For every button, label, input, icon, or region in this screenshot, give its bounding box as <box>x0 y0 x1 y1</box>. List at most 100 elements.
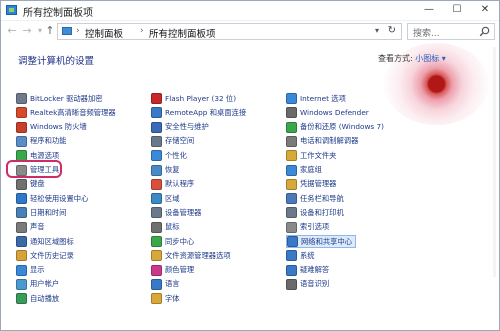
item-label: Windows 防火墙 <box>30 122 87 132</box>
search-box[interactable]: 搜索... <box>407 23 495 40</box>
control-panel-item[interactable]: 设备和打印机 <box>286 206 344 219</box>
control-panel-item[interactable]: 显示 <box>16 264 45 277</box>
control-panel-items: BitLocker 驱动器加密 Realtek高清晰音频管理器 Windows 防火… <box>16 89 486 305</box>
control-panel-item[interactable]: Realtek高清晰音频管理器 <box>16 106 116 119</box>
microphone-icon <box>286 278 297 290</box>
control-panel-item[interactable]: 轻松使用设置中心 <box>16 192 88 205</box>
address-bar[interactable]: › 控制面板 › 所有控制面板项 ▾ ↻ <box>57 23 402 40</box>
control-panel-item[interactable]: Windows 防火墙 <box>16 121 87 134</box>
item-label: 家庭组 <box>300 165 322 174</box>
search-placeholder: 搜索... <box>413 29 440 39</box>
forward-arrow-icon[interactable]: → <box>21 24 33 37</box>
item-label: 索引选项 <box>300 222 330 232</box>
item-label: 文件资源管理器选项 <box>165 250 231 260</box>
control-panel-item[interactable]: 索引选项 <box>286 221 329 234</box>
item-label: 颜色管理 <box>165 265 195 275</box>
control-panel-item[interactable]: BitLocker 驱动器加密 <box>16 92 103 105</box>
control-panel-item[interactable]: 声音 <box>16 221 45 234</box>
control-panel-item[interactable]: 颜色管理 <box>151 264 194 277</box>
window-title: 所有控制面板项 <box>23 8 93 19</box>
control-panel-item[interactable]: 鼠标 <box>151 221 180 234</box>
control-panel-item[interactable]: 个性化 <box>151 149 187 162</box>
control-panel-item[interactable]: 语言 <box>151 278 180 291</box>
vertical-scrollbar[interactable] <box>493 47 496 277</box>
control-panel-item[interactable]: 任务栏和导航 <box>286 192 344 205</box>
control-panel-item[interactable]: 文件历史记录 <box>16 249 74 262</box>
remoteapp-icon <box>151 107 162 119</box>
item-label: RemoteApp 和桌面连接 <box>165 107 247 117</box>
close-button[interactable]: ✕ <box>471 1 499 20</box>
control-panel-item[interactable]: 文件资源管理器选项 <box>151 249 231 262</box>
control-panel-item[interactable]: RemoteApp 和桌面连接 <box>151 106 246 119</box>
control-panel-item[interactable]: 默认程序 <box>151 178 194 191</box>
control-panel-item[interactable]: Internet 选项 <box>286 92 346 105</box>
control-panel-item[interactable]: 凭据管理器 <box>286 178 336 191</box>
defender-icon <box>286 107 297 119</box>
item-label: 用户帐户 <box>30 279 60 289</box>
back-arrow-icon[interactable]: ← <box>6 24 18 37</box>
refresh-icon[interactable]: ↻ <box>388 25 396 36</box>
control-panel-item[interactable]: 同步中心 <box>151 235 194 248</box>
storage-icon <box>151 135 162 147</box>
item-label: 电话和调制解调器 <box>300 136 359 146</box>
troubleshoot-icon <box>286 264 297 276</box>
control-panel-item[interactable]: 疑难解答 <box>286 264 329 277</box>
window-controls: — ☐ ✕ <box>415 1 499 20</box>
minimize-button[interactable]: — <box>415 1 443 20</box>
breadcrumb-current[interactable]: 所有控制面板项 <box>149 26 216 40</box>
control-panel-item[interactable]: 系统 <box>286 249 315 262</box>
control-panel-item[interactable]: 自动播放 <box>16 292 59 305</box>
control-panel-item[interactable]: 工作文件夹 <box>286 149 336 162</box>
control-panel-small-icon <box>62 27 72 35</box>
item-label: 显示 <box>30 265 45 275</box>
control-panel-item[interactable]: Windows Defender <box>286 106 369 119</box>
breadcrumb-separator-icon[interactable]: › <box>140 26 144 36</box>
breadcrumb-control-panel[interactable]: 控制面板 <box>85 26 123 40</box>
navigation-bar: ← → ▾ ↑ › 控制面板 › 所有控制面板项 ▾ ↻ 搜索... <box>1 21 499 43</box>
work-folders-icon <box>286 150 297 162</box>
item-label: 区域 <box>165 193 180 203</box>
control-panel-item[interactable]: 备份和还原 (Windows 7) <box>286 121 384 134</box>
taskbar-icon <box>286 193 297 205</box>
ease-of-access-icon <box>16 193 27 205</box>
search-icon[interactable] <box>479 26 490 37</box>
notification-icon <box>16 236 27 247</box>
keyboard-icon <box>16 178 27 190</box>
control-panel-item[interactable]: 安全性与维护 <box>151 121 209 134</box>
system-icon <box>286 250 297 262</box>
printer-icon <box>286 207 297 219</box>
control-panel-item[interactable]: 存储空间 <box>151 135 194 148</box>
item-label: 安全性与维护 <box>165 122 209 132</box>
view-by-dropdown[interactable]: 小图标 ▾ <box>415 54 446 63</box>
item-label: Realtek高清晰音频管理器 <box>30 107 116 117</box>
highlight-annotation <box>6 160 62 178</box>
control-panel-item[interactable]: 日期和时间 <box>16 206 66 219</box>
item-label: 声音 <box>30 222 45 232</box>
control-panel-item[interactable]: 恢复 <box>151 164 180 177</box>
control-panel-item[interactable]: 设备管理器 <box>151 206 201 219</box>
control-panel-item[interactable]: 语音识别 <box>286 278 329 291</box>
control-panel-item[interactable]: 字体 <box>151 292 180 305</box>
control-panel-item[interactable]: Flash Player (32 位) <box>151 92 236 105</box>
control-panel-item[interactable]: 键盘 <box>16 178 45 191</box>
control-panel-item[interactable]: 网络和共享中心 <box>286 235 357 248</box>
clock-icon <box>16 207 27 219</box>
view-by-control[interactable]: 查看方式: 小图标 ▾ <box>378 53 446 64</box>
bitlocker-icon <box>16 93 27 104</box>
item-label: 任务栏和导航 <box>300 193 344 203</box>
control-panel-item[interactable]: 家庭组 <box>286 164 322 177</box>
item-label: 默认程序 <box>165 179 195 189</box>
address-dropdown-icon[interactable]: ▾ <box>375 26 379 35</box>
control-panel-item[interactable]: 区域 <box>151 192 180 205</box>
control-panel-item[interactable]: 电话和调制解调器 <box>286 135 358 148</box>
control-panel-item[interactable]: 通知区域图标 <box>16 235 74 248</box>
control-panel-item[interactable]: 用户帐户 <box>16 278 59 291</box>
autoplay-icon <box>16 293 27 305</box>
folder-options-icon <box>151 250 162 262</box>
maximize-button[interactable]: ☐ <box>443 1 471 20</box>
up-arrow-icon[interactable]: ↑ <box>44 24 56 37</box>
flag-icon <box>151 121 162 133</box>
control-panel-item[interactable]: 程序和功能 <box>16 135 66 148</box>
item-label: 恢复 <box>165 165 180 174</box>
breadcrumb-separator-icon[interactable]: › <box>76 26 80 36</box>
